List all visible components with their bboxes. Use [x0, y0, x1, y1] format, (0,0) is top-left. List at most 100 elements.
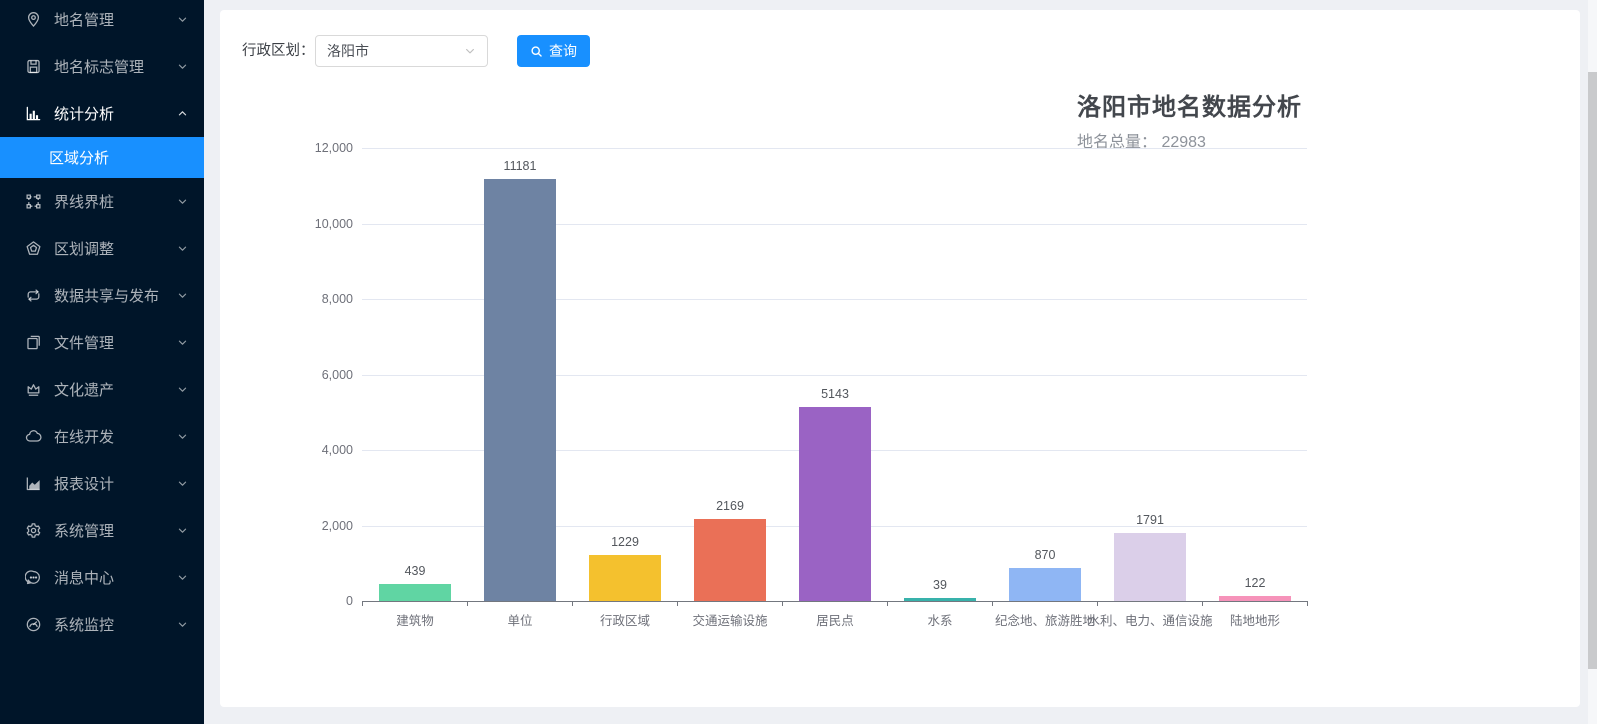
chevron-down-icon: [177, 619, 188, 630]
bar-7[interactable]: [1009, 568, 1081, 601]
page-scrollbar-track[interactable]: [1588, 0, 1597, 724]
bar-4[interactable]: [694, 519, 766, 601]
x-axis-tick: [677, 601, 678, 606]
bar-2[interactable]: [484, 179, 556, 601]
gauge-icon: [25, 616, 42, 633]
sidebar-item-7[interactable]: 文件管理: [0, 319, 204, 366]
chart-title: 洛阳市地名数据分析: [1077, 93, 1302, 123]
bar-value-label: 1229: [611, 535, 639, 549]
bar-3[interactable]: [589, 555, 661, 601]
x-axis-tick: [1097, 601, 1098, 606]
bar-9[interactable]: [1219, 596, 1291, 601]
chevron-down-icon: [177, 290, 188, 301]
sidebar-item-3[interactable]: 统计分析: [0, 90, 204, 137]
x-axis-category-label: 居民点: [816, 610, 854, 629]
sidebar-item-label: 系统监控: [54, 614, 177, 635]
bar-chart-icon: [25, 105, 42, 122]
chevron-down-icon: [177, 196, 188, 207]
x-axis-tick: [992, 601, 993, 606]
x-axis-category-label: 交通运输设施: [692, 610, 767, 629]
y-axis-tick-label: 4,000: [283, 443, 353, 457]
sidebar-item-label: 在线开发: [54, 426, 177, 447]
chevron-down-icon: [177, 431, 188, 442]
bar-5[interactable]: [799, 407, 871, 601]
x-axis-category-label: 建筑物: [396, 610, 434, 629]
sidebar-item-label: 报表设计: [54, 473, 177, 494]
y-axis-tick-label: 0: [283, 594, 353, 608]
chevron-down-icon: [177, 14, 188, 25]
bar-value-label: 5143: [821, 387, 849, 401]
chat-bubble-icon: [25, 569, 42, 586]
chevron-up-icon: [177, 108, 188, 119]
y-axis-tick-label: 2,000: [283, 519, 353, 533]
bar-value-label: 1791: [1136, 513, 1164, 527]
bar-1[interactable]: [379, 584, 451, 601]
chevron-down-icon: [177, 337, 188, 348]
x-axis-category-label: 水系: [927, 610, 952, 629]
crown-icon: [25, 381, 42, 398]
chevron-down-icon: [177, 61, 188, 72]
sidebar-subitem-label: 区域分析: [49, 147, 109, 168]
x-axis-category-label: 水利、电力、通信设施: [1087, 610, 1212, 629]
sidebar-item-label: 统计分析: [54, 103, 177, 124]
x-axis-tick: [362, 601, 363, 606]
gridline: [362, 148, 1307, 149]
x-axis-category-label: 行政区域: [600, 610, 650, 629]
location-pin-icon: [25, 11, 42, 28]
nameplate-icon: [25, 58, 42, 75]
chart-title-block: 洛阳市地名数据分析 地名总量： 22983: [1077, 93, 1302, 152]
sidebar-item-label: 地名管理: [54, 9, 177, 30]
x-axis-line: [362, 601, 1307, 602]
sidebar: 地名管理地名标志管理统计分析区域分析界线界桩区划调整数据共享与发布文件管理文化遗…: [0, 0, 204, 724]
pentagon-badge-icon: [25, 240, 42, 257]
main-content: 行政区划： 洛阳市 查询 洛阳市地名数据分析 地名总量： 22983 02,00…: [204, 0, 1597, 724]
bar-value-label: 439: [405, 564, 426, 578]
sidebar-item-12[interactable]: 消息中心: [0, 554, 204, 601]
x-axis-tick: [572, 601, 573, 606]
sidebar-item-label: 界线界桩: [54, 191, 177, 212]
y-axis-tick-label: 12,000: [283, 141, 353, 155]
chevron-down-icon: [177, 525, 188, 536]
x-axis-tick: [782, 601, 783, 606]
area-chart-icon: [25, 475, 42, 492]
x-axis-tick: [467, 601, 468, 606]
bar-value-label: 2169: [716, 499, 744, 513]
x-axis-category-label: 陆地地形: [1230, 610, 1280, 629]
chevron-down-icon: [177, 478, 188, 489]
x-axis-category-label: 单位: [507, 610, 532, 629]
sidebar-item-8[interactable]: 文化遗产: [0, 366, 204, 413]
sidebar-item-9[interactable]: 在线开发: [0, 413, 204, 460]
chevron-down-icon: [177, 243, 188, 254]
sidebar-item-1[interactable]: 地名管理: [0, 0, 204, 43]
x-axis-tick: [887, 601, 888, 606]
bar-8[interactable]: [1114, 533, 1186, 601]
sidebar-item-5[interactable]: 区划调整: [0, 225, 204, 272]
sidebar-item-4[interactable]: 界线界桩: [0, 178, 204, 225]
content-panel: 行政区划： 洛阳市 查询 洛阳市地名数据分析 地名总量： 22983 02,00…: [220, 10, 1580, 707]
files-icon: [25, 334, 42, 351]
bar-value-label: 11181: [504, 159, 537, 173]
cloud-icon: [25, 428, 42, 445]
y-axis-tick-label: 10,000: [283, 217, 353, 231]
gear-icon: [25, 522, 42, 539]
bar-value-label: 122: [1245, 576, 1266, 590]
bar-chart: 洛阳市地名数据分析 地名总量： 22983 02,0004,0006,0008,…: [220, 10, 1580, 707]
sidebar-item-10[interactable]: 报表设计: [0, 460, 204, 507]
sidebar-item-11[interactable]: 系统管理: [0, 507, 204, 554]
chevron-down-icon: [177, 384, 188, 395]
sidebar-item-label: 文化遗产: [54, 379, 177, 400]
sidebar-item-6[interactable]: 数据共享与发布: [0, 272, 204, 319]
sidebar-item-label: 消息中心: [54, 567, 177, 588]
sidebar-item-label: 系统管理: [54, 520, 177, 541]
sidebar-item-2[interactable]: 地名标志管理: [0, 43, 204, 90]
sidebar-item-label: 地名标志管理: [54, 56, 177, 77]
sync-arrows-icon: [25, 287, 42, 304]
page-scrollbar-thumb[interactable]: [1588, 72, 1597, 669]
x-axis-category-label: 纪念地、旅游胜地: [995, 610, 1095, 629]
sidebar-subitem-3[interactable]: 区域分析: [0, 137, 204, 178]
x-axis-tick: [1202, 601, 1203, 606]
sidebar-item-label: 文件管理: [54, 332, 177, 353]
x-axis-tick: [1307, 601, 1308, 606]
bar-6[interactable]: [904, 598, 976, 601]
sidebar-item-13[interactable]: 系统监控: [0, 601, 204, 648]
